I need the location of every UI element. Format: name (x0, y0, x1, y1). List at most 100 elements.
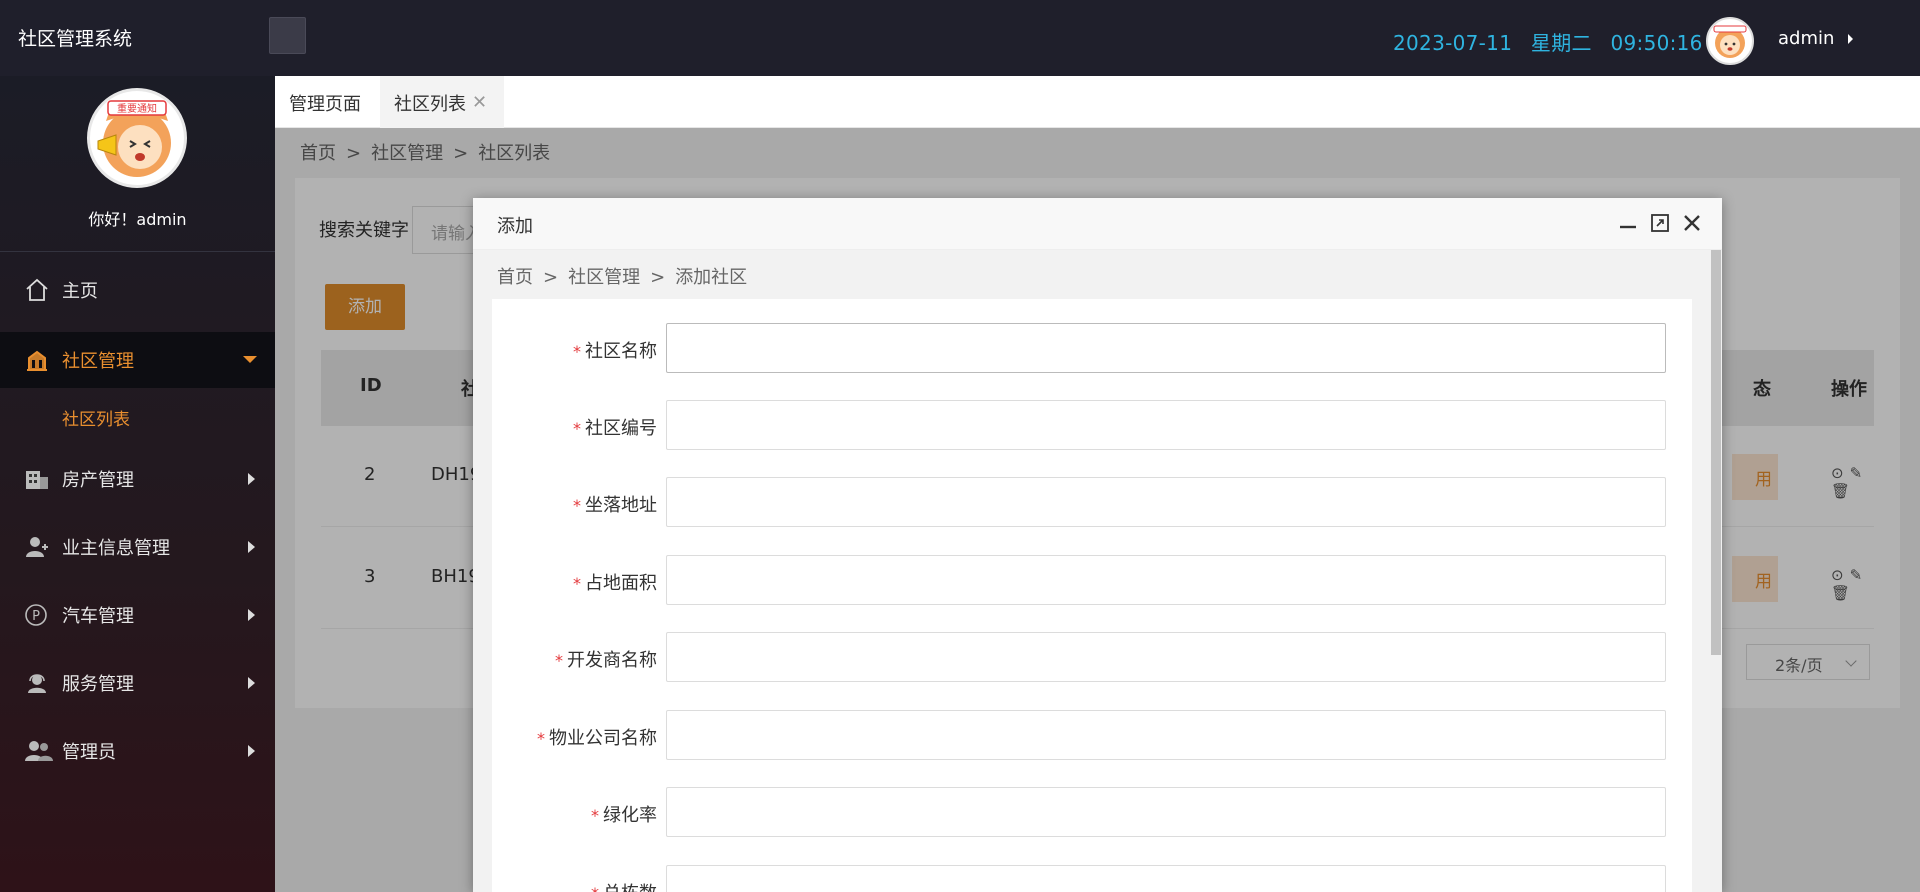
office-building-icon (24, 467, 50, 491)
required-mark: * (573, 419, 581, 438)
sidebar-item-label: 房产管理 (62, 470, 134, 491)
sidebar-item-label: 业主信息管理 (62, 538, 170, 559)
avatar[interactable] (1706, 17, 1754, 65)
field-label: * 坐落地址 (573, 491, 657, 517)
tab-admin-page[interactable]: 管理页面 (275, 76, 380, 128)
greeting-text: 你好！admin (88, 210, 187, 229)
field-label: * 物业公司名称 (537, 724, 657, 750)
field-label-text: 社区名称 (585, 341, 657, 362)
tab-close-icon[interactable]: ✕ (472, 92, 487, 113)
community-code-input[interactable] (666, 400, 1666, 450)
required-mark: * (573, 574, 581, 593)
app-title: 社区管理系统 (18, 28, 133, 50)
add-community-form: * 社区名称 * 社区编号 * 坐落地址 * 占地面积 * 开发商名称 * 物业公司名称 (492, 299, 1692, 892)
sidebar-item-label: 汽车管理 (62, 606, 134, 627)
svg-text:重要通知: 重要通知 (117, 102, 157, 115)
caret-right-icon (248, 541, 255, 553)
greening-rate-input[interactable] (666, 787, 1666, 837)
caret-right-icon (248, 677, 255, 689)
time-text: 09:50:16 (1610, 31, 1703, 55)
breadcrumb-item: 添加社区 (675, 267, 748, 288)
maximize-icon[interactable] (1649, 212, 1671, 234)
sidebar-item-home[interactable]: 主页 (0, 262, 275, 318)
user-icon (24, 535, 50, 559)
date-text: 2023-07-11 (1393, 31, 1513, 55)
required-mark: * (573, 342, 581, 361)
sidebar-subitem-community-list[interactable]: 社区列表 (0, 390, 275, 442)
sidebar-subitem-label: 社区列表 (62, 410, 130, 430)
cartoon-avatar-icon: 重要通知 (97, 100, 171, 177)
form-row: * 占地面积 (492, 555, 1692, 607)
field-label-text: 社区编号 (585, 418, 657, 439)
field-label-text: 物业公司名称 (549, 728, 657, 749)
sidebar-item-owner-info[interactable]: 业主信息管理 (0, 519, 275, 575)
field-label: * 开发商名称 (555, 646, 657, 672)
field-label-text: 总栋数 (603, 883, 657, 892)
breadcrumb-separator: > (650, 267, 666, 288)
sidebar-item-label: 管理员 (62, 742, 116, 763)
sidebar-item-admin[interactable]: 管理员 (0, 723, 275, 779)
sidebar-avatar: 重要通知 (87, 88, 187, 188)
required-mark: * (591, 884, 599, 892)
breadcrumb-item[interactable]: 社区管理 (568, 267, 640, 288)
breadcrumb-separator: > (543, 267, 559, 288)
sidebar-item-service[interactable]: 服务管理 (0, 655, 275, 711)
caret-right-icon (248, 473, 255, 485)
scrollbar-thumb[interactable] (1711, 250, 1721, 655)
field-label: * 总栋数 (591, 879, 657, 892)
form-row: * 社区编号 (492, 400, 1692, 452)
users-icon (24, 739, 53, 763)
form-row: * 物业公司名称 (492, 710, 1692, 762)
sidebar-item-community[interactable]: 社区管理 (0, 332, 275, 388)
add-community-modal: 添加 首页>社区管理>添加社区 *社区名称 *社区编号 *坐落地址 (473, 198, 1722, 892)
sidebar-item-property[interactable]: 房产管理 (0, 451, 275, 507)
sidebar-item-label: 主页 (62, 281, 98, 302)
developer-name-input[interactable] (666, 632, 1666, 682)
caret-down-icon (243, 356, 257, 363)
property-company-input[interactable] (666, 710, 1666, 760)
field-label-text: 坐落地址 (585, 495, 657, 516)
address-input[interactable] (666, 477, 1666, 527)
field-label-text: 绿化率 (603, 805, 657, 826)
user-menu-caret-icon[interactable] (1848, 34, 1853, 44)
field-label-text: 开发商名称 (567, 650, 657, 671)
field-label: * 社区名称 (573, 337, 657, 363)
tab-bar: 管理页面 社区列表 (275, 76, 1920, 128)
modal-header: 添加 (473, 198, 1722, 250)
headset-icon (24, 671, 50, 695)
caret-right-icon (248, 609, 255, 621)
form-row: * 绿化率 (492, 787, 1692, 839)
building-icon (24, 348, 50, 372)
building-count-input[interactable] (666, 865, 1666, 892)
cartoon-avatar-icon (1713, 25, 1747, 58)
modal-scrollbar[interactable] (1710, 250, 1722, 892)
field-label: * 绿化率 (591, 801, 657, 827)
field-label: * 社区编号 (573, 414, 657, 440)
field-label: * 占地面积 (573, 569, 657, 595)
sidebar-item-vehicle[interactable]: P 汽车管理 (0, 587, 275, 643)
current-user[interactable]: admin (1778, 28, 1834, 49)
area-input[interactable] (666, 555, 1666, 605)
parking-icon: P (24, 603, 50, 627)
required-mark: * (573, 496, 581, 515)
form-row: * 总栋数 (492, 865, 1692, 892)
sidebar-toggle-button[interactable] (269, 17, 306, 54)
community-name-input[interactable] (666, 323, 1666, 373)
field-label-text: 占地面积 (585, 573, 657, 594)
required-mark: * (591, 806, 599, 825)
required-mark: * (537, 729, 545, 748)
datetime-display: 2023-07-11 星期二 09:50:16 (1393, 27, 1715, 56)
minimize-icon[interactable] (1617, 212, 1639, 234)
sidebar: 重要通知 你好！admin 主页 社区管理 社区列表 房产管理 业主信息管理 P… (0, 76, 275, 892)
caret-right-icon (248, 745, 255, 757)
form-row: * 坐落地址 (492, 477, 1692, 529)
close-icon[interactable] (1681, 212, 1703, 234)
breadcrumb-item[interactable]: 首页 (497, 267, 533, 288)
sidebar-item-label: 社区管理 (62, 351, 134, 372)
svg-text:P: P (32, 609, 40, 624)
form-row: * 社区名称 (492, 323, 1692, 375)
modal-title: 添加 (497, 216, 533, 237)
sidebar-divider (0, 251, 275, 252)
weekday-text: 星期二 (1530, 31, 1592, 55)
modal-breadcrumb: 首页 > 社区管理 > 添加社区 (497, 263, 747, 289)
